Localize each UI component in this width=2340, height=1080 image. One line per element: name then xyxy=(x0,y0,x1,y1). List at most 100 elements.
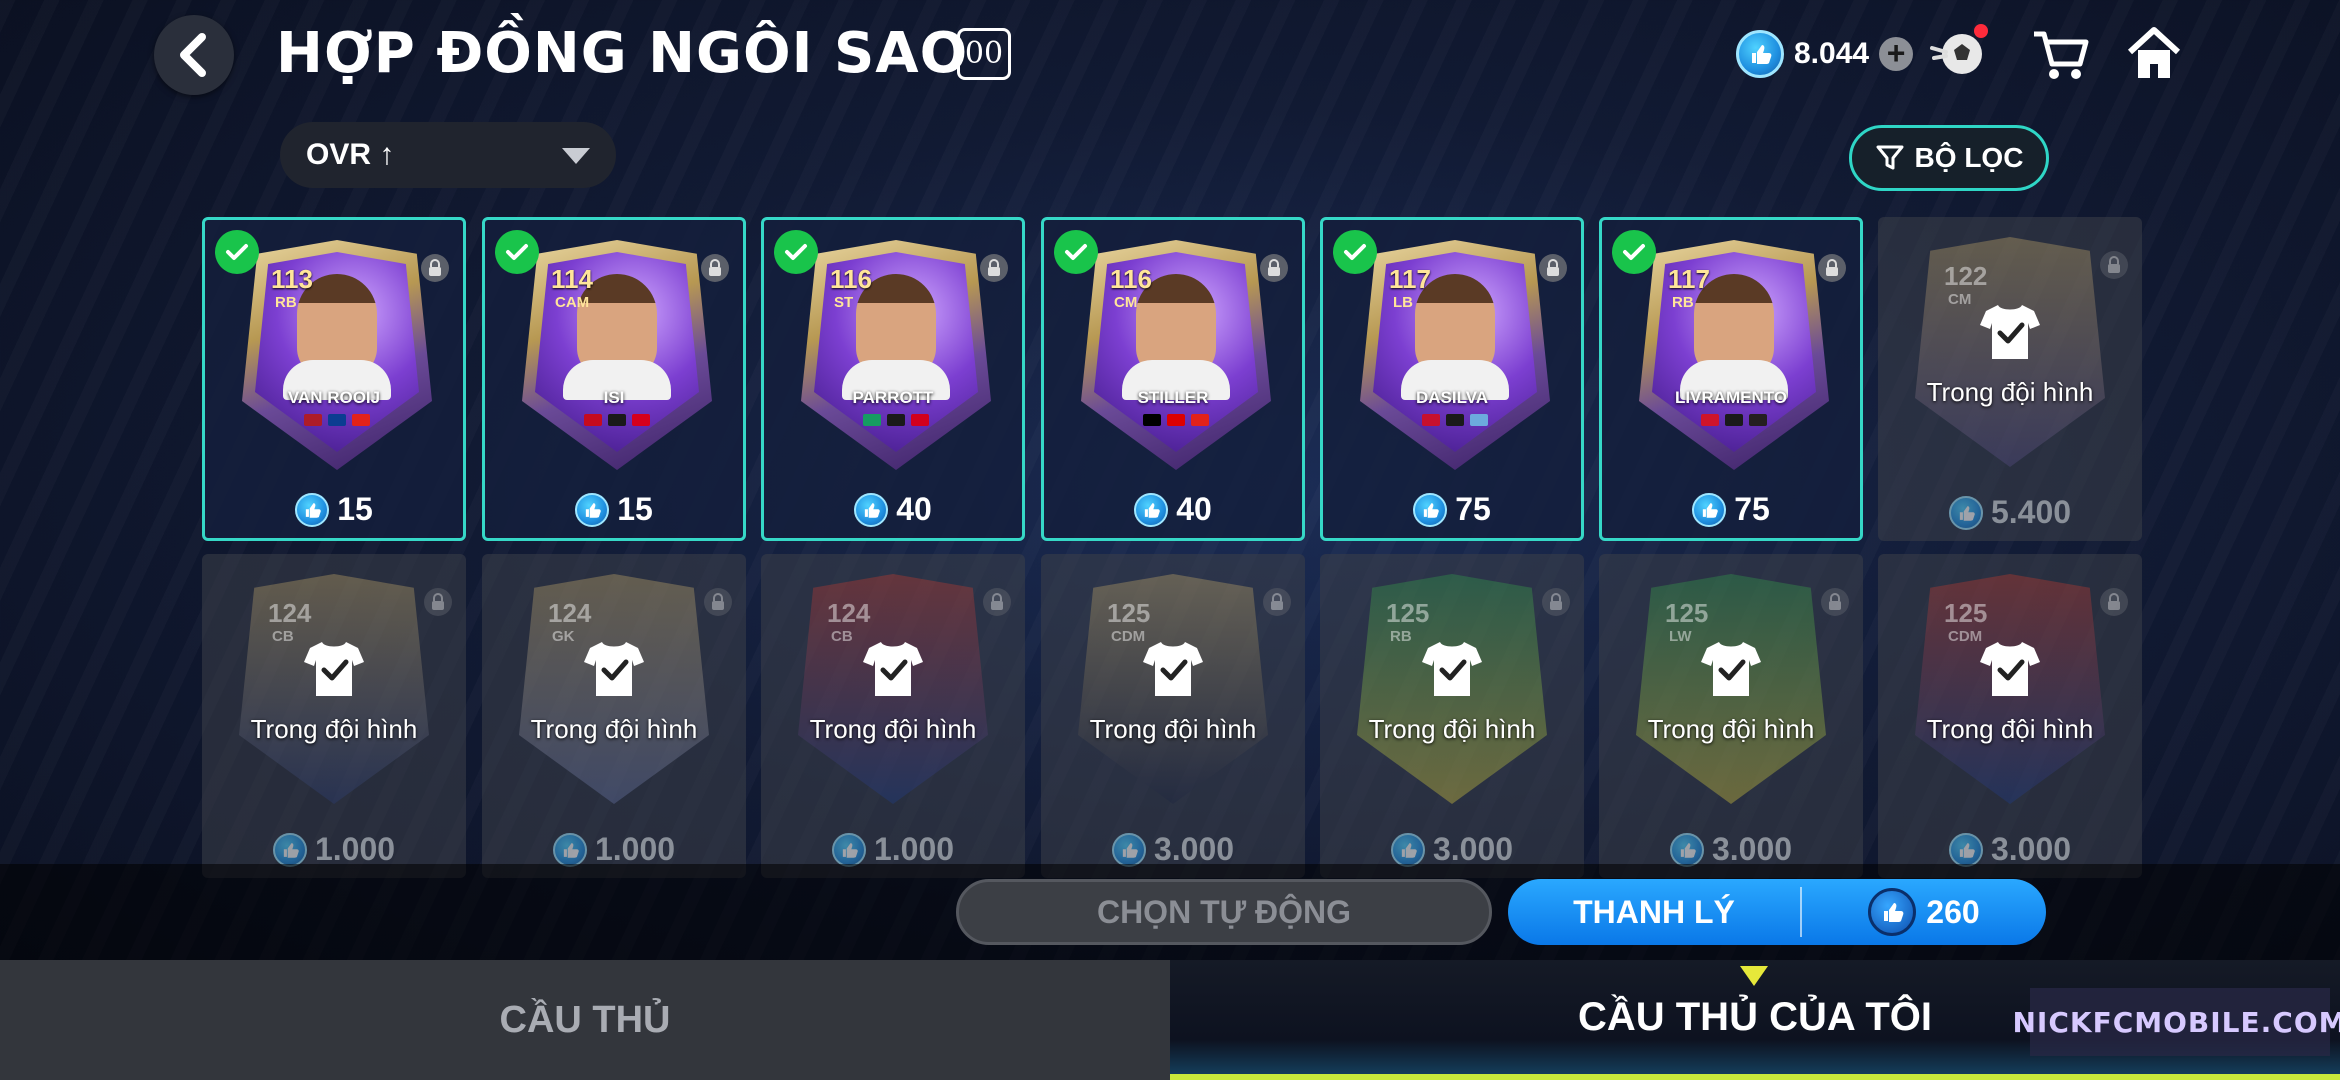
home-button[interactable] xyxy=(2122,22,2186,86)
cart-button[interactable] xyxy=(2028,22,2092,86)
card-price: 1.000 xyxy=(202,831,466,868)
lock-icon[interactable] xyxy=(1542,588,1570,616)
in-squad-label: Trong đội hình xyxy=(530,714,698,744)
card-price: 3.000 xyxy=(1878,831,2142,868)
price-value: 40 xyxy=(1176,491,1212,527)
jersey-check-icon xyxy=(1701,642,1761,696)
selected-check-icon xyxy=(215,230,259,274)
league-icon xyxy=(1167,414,1185,426)
lock-icon[interactable] xyxy=(980,254,1008,282)
currency-value: 8.044 xyxy=(1794,37,1870,70)
league-icon xyxy=(608,414,626,426)
currency-display: 8.044 + xyxy=(1736,30,1914,78)
player-position: CM xyxy=(1948,291,1972,308)
tab-players[interactable]: CẦU THỦ xyxy=(0,960,1170,1080)
lock-icon[interactable] xyxy=(421,254,449,282)
nation-flag-icon xyxy=(1143,414,1161,426)
player-position: GK xyxy=(552,628,575,645)
player-ovr: 124 xyxy=(827,598,871,628)
sell-button[interactable]: THANH LÝ 260 xyxy=(1508,879,2046,945)
lock-icon[interactable] xyxy=(2100,251,2128,279)
player-card-in-squad[interactable]: 124 GK Trong đội hình 1.000 xyxy=(482,554,746,878)
lock-icon[interactable] xyxy=(1818,254,1846,282)
card-price: 40 xyxy=(764,491,1022,528)
page-title: HỢP ĐỒNG NGÔI SAO xyxy=(276,21,969,86)
player-ovr: 113 xyxy=(271,264,313,294)
chevron-left-icon xyxy=(180,33,206,77)
nation-flag-icon xyxy=(1422,414,1440,426)
nation-league-club-icons xyxy=(295,414,379,428)
player-ovr: 116 xyxy=(1110,264,1152,294)
card-price: 75 xyxy=(1323,491,1581,528)
price-value: 5.400 xyxy=(1990,494,2072,530)
ball-notification-button[interactable] xyxy=(1928,22,1992,86)
badge-00: 00 xyxy=(957,28,1011,80)
lock-icon[interactable] xyxy=(2100,588,2128,616)
card-price: 1.000 xyxy=(482,831,746,868)
player-card-in-squad[interactable]: 125 LW Trong đội hình 3.000 xyxy=(1599,554,1863,878)
price-value: 75 xyxy=(1455,491,1491,527)
coin-icon xyxy=(1111,832,1146,867)
sort-dropdown[interactable]: OVR ↑ xyxy=(280,122,616,188)
coin-icon xyxy=(854,492,889,527)
sell-cost-value: 260 xyxy=(1926,893,1980,930)
player-ovr: 125 xyxy=(1944,598,1988,628)
player-card[interactable]: 116 ST PARROTT 40 xyxy=(761,217,1025,541)
player-position: RB xyxy=(275,294,297,311)
nation-flag-icon xyxy=(304,414,322,426)
nation-flag-icon xyxy=(1701,414,1719,426)
lock-icon[interactable] xyxy=(704,588,732,616)
player-card[interactable]: 116 CM STILLER 40 xyxy=(1041,217,1305,541)
player-card-in-squad[interactable]: 124 CB Trong đội hình 1.000 xyxy=(761,554,1025,878)
player-name: ISI xyxy=(603,388,625,407)
lock-icon[interactable] xyxy=(983,588,1011,616)
lock-icon[interactable] xyxy=(1539,254,1567,282)
player-ovr: 125 xyxy=(1107,598,1151,628)
player-position: RB xyxy=(1672,294,1694,311)
add-currency-button[interactable]: + xyxy=(1879,37,1914,71)
nation-flag-icon xyxy=(863,414,881,426)
player-position: ST xyxy=(834,294,854,311)
in-squad-label: Trong đội hình xyxy=(1368,714,1536,744)
in-squad-label: Trong đội hình xyxy=(1089,714,1257,744)
player-name: STILLER xyxy=(1137,388,1209,407)
coin-icon xyxy=(1134,492,1169,527)
player-card[interactable]: 117 RB LIVRAMENTO 75 xyxy=(1599,217,1863,541)
in-squad-label: Trong đội hình xyxy=(1926,714,2094,744)
player-card[interactable]: 113 RB VAN ROOIJ 15 xyxy=(202,217,466,541)
price-value: 1.000 xyxy=(314,831,396,867)
card-price: 3.000 xyxy=(1041,831,1305,868)
coin-icon xyxy=(552,832,587,867)
lock-icon[interactable] xyxy=(1821,588,1849,616)
coin-icon xyxy=(1390,832,1425,867)
lock-icon[interactable] xyxy=(424,588,452,616)
price-value: 3.000 xyxy=(1432,831,1514,867)
sell-label: THANH LÝ xyxy=(1573,893,1735,930)
coin-icon xyxy=(831,832,866,867)
player-card-in-squad[interactable]: 125 CDM Trong đội hình 3.000 xyxy=(1041,554,1305,878)
price-value: 3.000 xyxy=(1990,831,2072,867)
coin-icon xyxy=(1413,492,1448,527)
filter-button[interactable]: BỘ LỌC xyxy=(1849,125,2049,191)
player-position: CB xyxy=(831,628,853,645)
jersey-check-icon xyxy=(1980,642,2040,696)
player-position: LW xyxy=(1669,628,1692,645)
in-squad-label: Trong đội hình xyxy=(250,714,418,744)
lock-icon[interactable] xyxy=(1260,254,1288,282)
player-card[interactable]: 114 CAM ISI 15 xyxy=(482,217,746,541)
card-price: 1.000 xyxy=(761,831,1025,868)
player-card-in-squad[interactable]: 125 CDM Trong đội hình 3.000 xyxy=(1878,554,2142,878)
player-card-in-squad[interactable]: 124 CB Trong đội hình 1.000 xyxy=(202,554,466,878)
back-button[interactable] xyxy=(154,15,234,95)
price-value: 1.000 xyxy=(594,831,676,867)
lock-icon[interactable] xyxy=(701,254,729,282)
player-card[interactable]: 117 LB DASILVA 75 xyxy=(1320,217,1584,541)
lock-icon[interactable] xyxy=(1263,588,1291,616)
selected-check-icon xyxy=(495,230,539,274)
card-price: 15 xyxy=(485,491,743,528)
club-icon xyxy=(352,414,370,426)
player-card-in-squad[interactable]: 125 RB Trong đội hình 3.000 xyxy=(1320,554,1584,878)
player-card-in-squad[interactable]: 122 CM Trong đội hình 5.400 xyxy=(1878,217,2142,541)
auto-select-button[interactable]: CHỌN TỰ ĐỘNG xyxy=(956,879,1492,945)
in-squad-label: Trong đội hình xyxy=(1926,377,2094,407)
